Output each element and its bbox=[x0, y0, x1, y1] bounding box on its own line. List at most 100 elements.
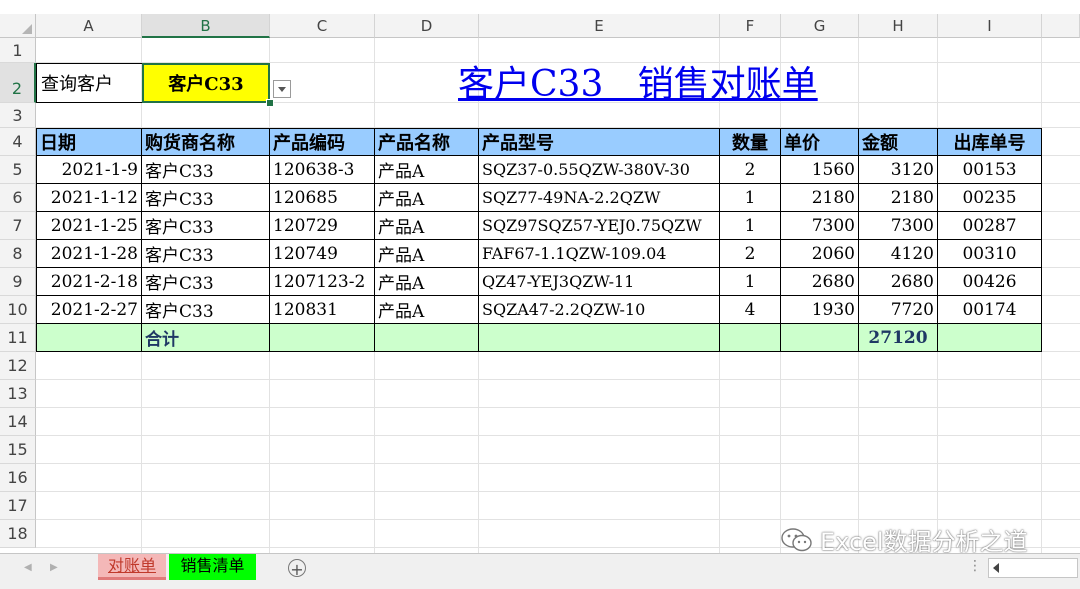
table-cell[interactable]: 00235 bbox=[938, 184, 1042, 212]
fill-handle[interactable] bbox=[266, 99, 274, 107]
row-header-14[interactable]: 14 bbox=[0, 408, 36, 436]
row-header-16[interactable]: 16 bbox=[0, 464, 36, 492]
table-cell[interactable]: 2021-1-12 bbox=[36, 184, 142, 212]
table-cell[interactable]: 7300 bbox=[859, 212, 938, 240]
table-cell[interactable]: 客户C33 bbox=[142, 296, 270, 324]
table-cell[interactable]: 2060 bbox=[781, 240, 859, 268]
table-cell[interactable]: 00310 bbox=[938, 240, 1042, 268]
table-cell[interactable]: 客户C33 bbox=[142, 184, 270, 212]
total-cell[interactable] bbox=[36, 324, 142, 352]
row-header-10[interactable]: 10 bbox=[0, 296, 36, 324]
scroll-left-icon[interactable]: ◀ bbox=[24, 562, 32, 573]
row-header-15[interactable]: 15 bbox=[0, 436, 36, 464]
spreadsheet-grid[interactable]: ABCDEFGHI 1 2 3 4 5 6 7 8 9 10 11 12 13 14 15 16 17 18 查询… bbox=[0, 0, 1080, 556]
column-header-g[interactable]: G bbox=[781, 14, 859, 38]
table-cell[interactable]: 120729 bbox=[270, 212, 375, 240]
table-cell[interactable]: 2021-2-18 bbox=[36, 268, 142, 296]
table-cell[interactable]: 2 bbox=[720, 156, 781, 184]
row-header-17[interactable]: 17 bbox=[0, 492, 36, 520]
table-cell[interactable]: 客户C33 bbox=[142, 212, 270, 240]
table-cell[interactable]: 2680 bbox=[781, 268, 859, 296]
table-header-cell[interactable]: 日期 bbox=[36, 128, 142, 156]
table-cell[interactable]: 产品A bbox=[375, 268, 479, 296]
horizontal-scrollbar[interactable] bbox=[988, 558, 1078, 578]
table-header-cell[interactable]: 购货商名称 bbox=[142, 128, 270, 156]
table-cell[interactable]: 00174 bbox=[938, 296, 1042, 324]
table-cell[interactable]: 3120 bbox=[859, 156, 938, 184]
table-cell[interactable]: 7300 bbox=[781, 212, 859, 240]
table-cell[interactable]: 120638-3 bbox=[270, 156, 375, 184]
row-header-1[interactable]: 1 bbox=[0, 38, 36, 63]
table-header-cell[interactable]: 产品名称 bbox=[375, 128, 479, 156]
row-header-3[interactable]: 3 bbox=[0, 103, 36, 128]
total-cell[interactable] bbox=[938, 324, 1042, 352]
row-header-13[interactable]: 13 bbox=[0, 380, 36, 408]
table-cell[interactable]: SQZ77-49NA-2.2QZW bbox=[479, 184, 720, 212]
table-cell[interactable]: 2180 bbox=[781, 184, 859, 212]
table-cell[interactable]: 1 bbox=[720, 212, 781, 240]
query-label-cell[interactable]: 查询客户 bbox=[36, 63, 142, 103]
table-cell[interactable]: 2021-1-28 bbox=[36, 240, 142, 268]
table-cell[interactable]: 4120 bbox=[859, 240, 938, 268]
table-header-cell[interactable]: 产品型号 bbox=[479, 128, 720, 156]
page-title[interactable]: 客户C33 销售对账单 bbox=[458, 60, 818, 110]
table-cell[interactable]: 120685 bbox=[270, 184, 375, 212]
table-header-cell[interactable]: 产品编码 bbox=[270, 128, 375, 156]
column-header-blank[interactable] bbox=[1042, 14, 1080, 38]
column-header-i[interactable]: I bbox=[938, 14, 1042, 38]
column-header-f[interactable]: F bbox=[720, 14, 781, 38]
table-header-cell[interactable]: 出库单号 bbox=[938, 128, 1042, 156]
table-cell[interactable]: 2021-2-27 bbox=[36, 296, 142, 324]
table-cell[interactable]: 2021-1-9 bbox=[36, 156, 142, 184]
table-cell[interactable]: 2680 bbox=[859, 268, 938, 296]
table-cell[interactable]: 产品A bbox=[375, 156, 479, 184]
row-header-8[interactable]: 8 bbox=[0, 240, 36, 268]
row-header-6[interactable]: 6 bbox=[0, 184, 36, 212]
column-header-c[interactable]: C bbox=[270, 14, 375, 38]
table-cell[interactable]: 120831 bbox=[270, 296, 375, 324]
table-cell[interactable]: 1 bbox=[720, 268, 781, 296]
total-cell[interactable] bbox=[375, 324, 479, 352]
table-cell[interactable]: 客户C33 bbox=[142, 156, 270, 184]
total-cell[interactable] bbox=[479, 324, 720, 352]
tab-sales-list[interactable]: 销售清单 bbox=[169, 554, 256, 580]
scroll-left-arrow-icon[interactable] bbox=[993, 563, 999, 573]
table-cell[interactable]: 00426 bbox=[938, 268, 1042, 296]
table-cell[interactable]: 00153 bbox=[938, 156, 1042, 184]
table-header-cell[interactable]: 金额 bbox=[859, 128, 938, 156]
table-cell[interactable]: 2180 bbox=[859, 184, 938, 212]
row-header-11[interactable]: 11 bbox=[0, 324, 36, 352]
table-cell[interactable]: 120749 bbox=[270, 240, 375, 268]
table-cell[interactable]: 1207123-2 bbox=[270, 268, 375, 296]
table-cell[interactable]: 产品A bbox=[375, 212, 479, 240]
table-cell[interactable]: 2 bbox=[720, 240, 781, 268]
table-cell[interactable]: 产品A bbox=[375, 184, 479, 212]
table-cell[interactable]: 客户C33 bbox=[142, 240, 270, 268]
add-sheet-button[interactable]: + bbox=[288, 559, 306, 579]
table-header-cell[interactable]: 数量 bbox=[720, 128, 781, 156]
tab-statement[interactable]: 对账单 bbox=[98, 554, 166, 580]
table-cell[interactable]: QZ47-YEJ3QZW-11 bbox=[479, 268, 720, 296]
table-cell[interactable]: 1560 bbox=[781, 156, 859, 184]
table-cell[interactable]: SQZA47-2.2QZW-10 bbox=[479, 296, 720, 324]
table-cell[interactable]: SQZ37-0.55QZW-380V-30 bbox=[479, 156, 720, 184]
table-cell[interactable]: 00287 bbox=[938, 212, 1042, 240]
column-header-d[interactable]: D bbox=[375, 14, 479, 38]
table-cell[interactable]: 1 bbox=[720, 184, 781, 212]
row-header-4[interactable]: 4 bbox=[0, 128, 36, 156]
select-all-corner[interactable] bbox=[0, 14, 36, 38]
row-header-18[interactable]: 18 bbox=[0, 520, 36, 548]
dropdown-button[interactable] bbox=[273, 80, 291, 98]
row-header-9[interactable]: 9 bbox=[0, 268, 36, 296]
table-cell[interactable]: 产品A bbox=[375, 296, 479, 324]
table-cell[interactable]: FAF67-1.1QZW-109.04 bbox=[479, 240, 720, 268]
table-cell[interactable]: 1930 bbox=[781, 296, 859, 324]
table-cell[interactable]: 2021-1-25 bbox=[36, 212, 142, 240]
column-header-h[interactable]: H bbox=[859, 14, 938, 38]
column-header-b[interactable]: B bbox=[142, 14, 270, 38]
table-cell[interactable]: SQZ97SQZ57-YEJ0.75QZW bbox=[479, 212, 720, 240]
row-header-2[interactable]: 2 bbox=[0, 63, 36, 103]
more-options-icon[interactable]: ⋮ bbox=[968, 558, 982, 574]
table-cell[interactable]: 4 bbox=[720, 296, 781, 324]
table-cell[interactable]: 客户C33 bbox=[142, 268, 270, 296]
